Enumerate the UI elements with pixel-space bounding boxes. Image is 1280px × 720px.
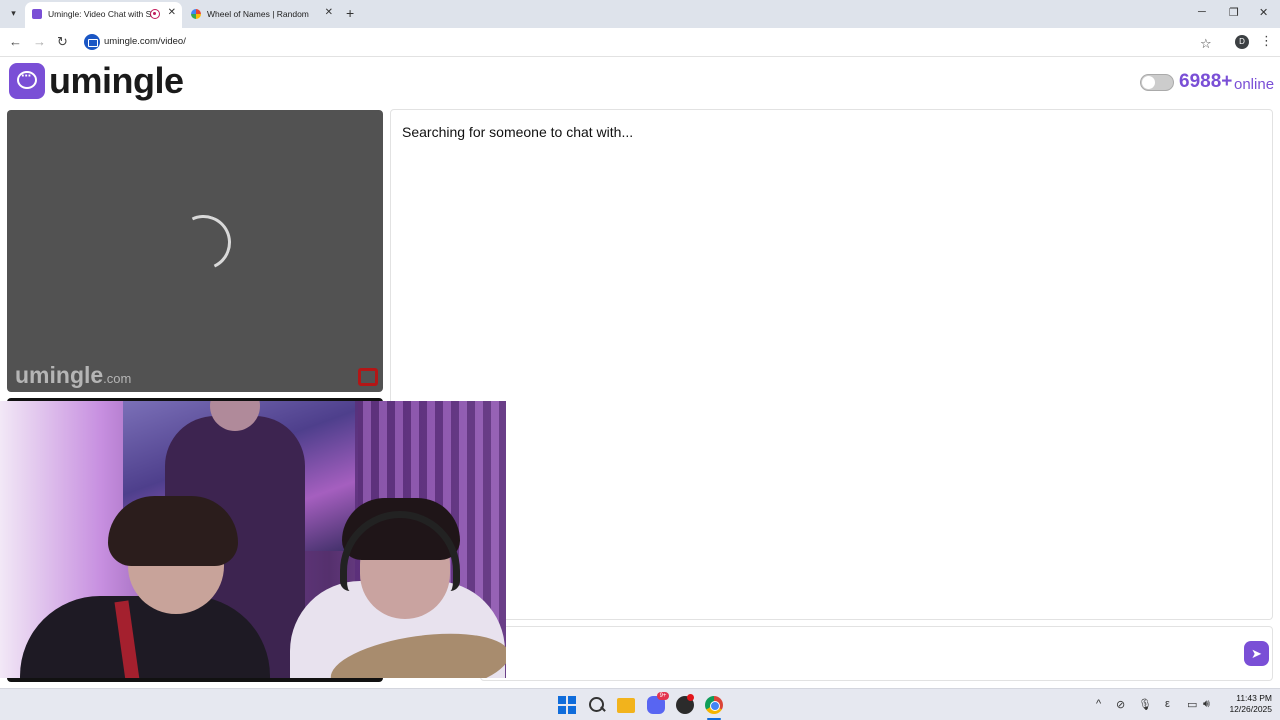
browser-toolbar: ← → ↻ umingle.com/video/ ☆	[0, 28, 1280, 57]
back-button[interactable]: ←	[9, 34, 22, 49]
discord-icon[interactable]: 9+	[647, 692, 669, 714]
microphone-icon[interactable]: 🎙︎	[1138, 698, 1152, 711]
close-tab-icon[interactable]: ✕	[168, 7, 176, 18]
tab-umingle[interactable]: Umingle: Video Chat with S ✕	[25, 2, 182, 28]
tab-title: Wheel of Names | Random nam	[207, 9, 311, 19]
language-indicator[interactable]: ε	[1165, 698, 1170, 710]
left-person-body	[20, 596, 270, 678]
logo-text[interactable]: umingle	[49, 60, 184, 102]
obs-icon[interactable]	[676, 694, 694, 714]
site-camera-icon[interactable]	[84, 34, 100, 50]
file-explorer-icon[interactable]	[617, 698, 635, 713]
left-person-hair	[108, 496, 238, 566]
reload-button[interactable]: ↻	[57, 34, 68, 50]
video-watermark: umingle.com	[15, 362, 131, 389]
chrome-icon[interactable]	[705, 696, 723, 714]
url-text[interactable]: umingle.com/video/	[104, 36, 186, 47]
address-bar[interactable]: umingle.com/video/ ☆	[80, 31, 1220, 54]
send-button[interactable]: ➤	[1244, 641, 1269, 666]
discord-badge: 9+	[657, 692, 669, 700]
chat-input[interactable]	[480, 626, 1273, 681]
browser-tab-strip: ▾ Umingle: Video Chat with S ✕ Wheel of …	[0, 0, 1280, 28]
bookmark-star-icon[interactable]: ☆	[1200, 36, 1212, 52]
watermark-suffix: .com	[103, 371, 132, 386]
recording-indicator-icon	[150, 9, 160, 19]
browser-menu-icon[interactable]: ⋮	[1260, 33, 1273, 49]
close-window-button[interactable]: ✕	[1259, 6, 1268, 19]
chat-log: Searching for someone to chat with...	[390, 109, 1273, 620]
tab-wheel-of-names[interactable]: Wheel of Names | Random nam ✕	[184, 2, 339, 28]
tab-title: Umingle: Video Chat with S	[48, 9, 152, 19]
new-tab-button[interactable]: +	[346, 5, 354, 21]
chat-status: Searching for someone to chat with...	[402, 124, 634, 140]
tab-search-dropdown-icon[interactable]: ▾	[5, 5, 22, 22]
forward-button[interactable]: →	[33, 34, 46, 49]
tray-chevron-icon[interactable]: ^	[1096, 698, 1101, 710]
online-count: 6988+	[1179, 71, 1233, 92]
stranger-video: umingle.com	[7, 110, 383, 392]
clock-date: 12/26/2025	[1229, 704, 1272, 714]
watermark-main: umingle	[15, 362, 104, 388]
volume-icon[interactable]: 🔊︎	[1203, 698, 1210, 711]
umingle-logo-icon[interactable]	[9, 63, 45, 99]
theme-toggle[interactable]	[1140, 74, 1174, 91]
webcam-overlay	[0, 401, 506, 678]
system-clock[interactable]: 11:43 PM 12/26/2025	[1222, 693, 1272, 715]
profile-avatar[interactable]: D	[1235, 35, 1249, 49]
loading-spinner-icon	[168, 207, 239, 278]
umingle-favicon-icon	[32, 9, 42, 19]
clock-time: 11:43 PM	[1236, 693, 1272, 703]
close-tab-icon[interactable]: ✕	[325, 7, 333, 18]
minimize-button[interactable]: ─	[1198, 6, 1206, 18]
restore-button[interactable]: ❐	[1229, 6, 1239, 19]
online-label: online	[1234, 76, 1275, 93]
tray-network-off-icon[interactable]: ⊘	[1116, 698, 1125, 711]
wheel-favicon-icon	[191, 9, 201, 19]
windows-taskbar: 9+ ^ ⊘ 🎙︎ ε ▭ 🔊︎ 11:43 PM 12/26/2025	[0, 688, 1280, 720]
display-icon[interactable]: ▭	[1187, 698, 1197, 711]
report-flag-icon[interactable]	[358, 368, 378, 386]
search-icon[interactable]	[588, 696, 606, 714]
windows-start-icon[interactable]	[558, 696, 576, 714]
